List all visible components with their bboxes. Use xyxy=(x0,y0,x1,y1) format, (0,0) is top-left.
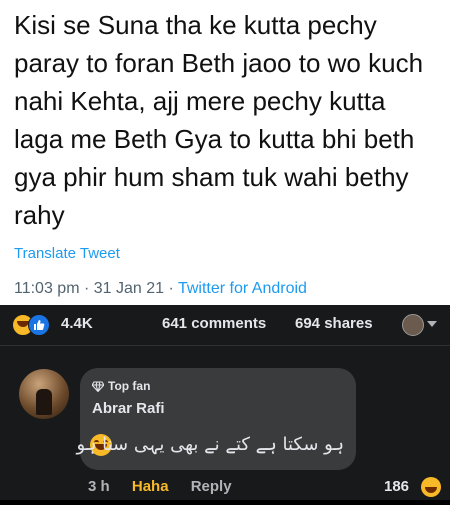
tweet-card: Kisi se Suna tha ke kutta pechy paray to… xyxy=(0,0,450,305)
comment-actions: 3 h Haha Reply xyxy=(88,478,250,495)
emoji-mouth xyxy=(425,487,437,493)
chevron-down-icon[interactable] xyxy=(427,321,437,327)
comment-time[interactable]: 3 h xyxy=(88,478,110,495)
tweet-time: 11:03 pm xyxy=(14,280,80,297)
haha-reaction-button[interactable]: Haha xyxy=(132,478,169,495)
share-count[interactable]: 694 shares xyxy=(295,315,373,332)
commenter-avatar[interactable] xyxy=(19,369,69,419)
facebook-post-footer: 4.4K 641 comments 694 shares Top fan Abr… xyxy=(0,305,450,505)
reaction-bar: 4.4K 641 comments 694 shares xyxy=(0,305,450,345)
top-fan-label: Top fan xyxy=(108,379,151,393)
comment-text: ہو سکتا ہے کتے نے بھی یہی سنا ہو xyxy=(76,434,344,455)
comment-reaction-count[interactable]: 186 xyxy=(384,478,409,495)
comment-count[interactable]: 641 comments xyxy=(162,315,266,332)
comment-body: ہو سکتا ہے کتے نے بھی یہی سنا ہو xyxy=(76,434,348,460)
viewer-avatar[interactable] xyxy=(402,314,424,336)
diamond-icon xyxy=(91,381,105,393)
reply-button[interactable]: Reply xyxy=(191,478,232,495)
tweet-client-link[interactable]: Twitter for Android xyxy=(178,280,307,297)
haha-icon xyxy=(421,477,441,497)
reaction-count[interactable]: 4.4K xyxy=(61,315,93,332)
comment-bubble: Top fan Abrar Rafi ہو سکتا ہے کتے نے بھی… xyxy=(76,368,356,470)
tweet-date: 31 Jan 21 xyxy=(93,280,165,297)
meta-separator: · xyxy=(164,280,178,297)
divider xyxy=(0,345,450,346)
like-icon xyxy=(28,314,50,336)
bottom-bar xyxy=(0,500,450,505)
comment-author[interactable]: Abrar Rafi xyxy=(92,400,165,417)
top-fan-badge: Top fan xyxy=(91,379,151,393)
reaction-icons[interactable] xyxy=(12,314,56,336)
meta-separator: · xyxy=(79,280,94,297)
tweet-meta: 11:03 pm · 31 Jan 21 · Twitter for Andro… xyxy=(14,280,307,298)
avatar-figure xyxy=(36,389,52,415)
translate-tweet-link[interactable]: Translate Tweet xyxy=(14,245,120,262)
tweet-text: Kisi se Suna tha ke kutta pechy paray to… xyxy=(14,10,424,230)
